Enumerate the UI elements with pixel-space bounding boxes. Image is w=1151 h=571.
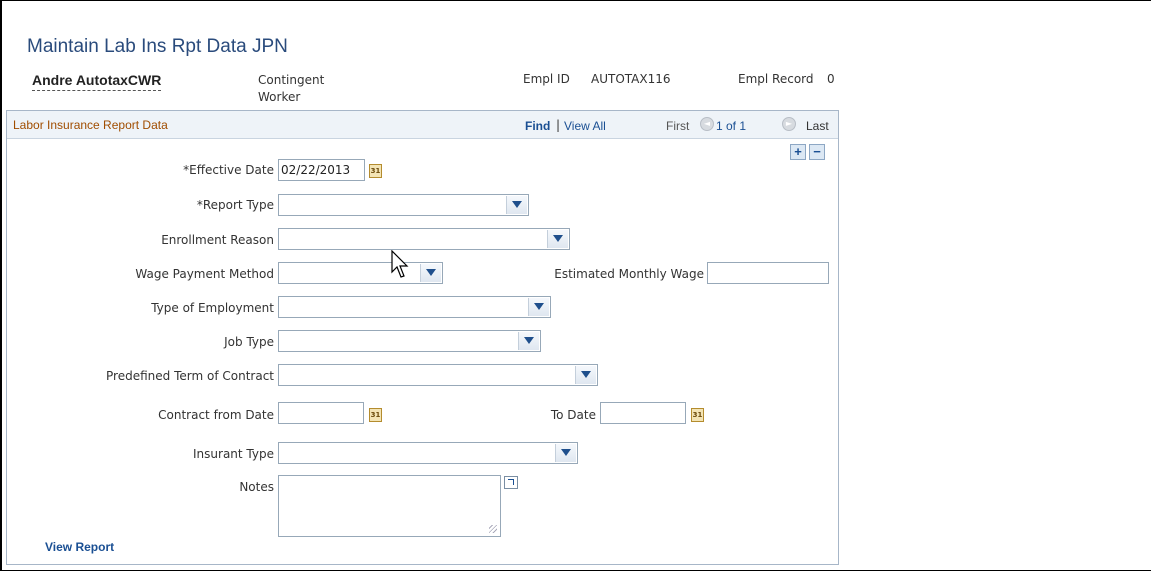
predefined-term-label: Predefined Term of Contract [106,369,274,383]
report-type-select[interactable] [278,194,529,216]
insurant-type-label: Insurant Type [193,447,274,461]
nav-separator: | [556,118,561,132]
to-date-label: To Date [550,408,596,422]
type-of-employment-label: Type of Employment [151,301,274,315]
notes-label: Notes [239,480,274,494]
chevron-down-icon [528,298,549,316]
job-type-label: Job Type [224,335,274,349]
employee-type-line2: Worker [258,90,301,104]
empl-record-label: Empl Record [738,72,814,86]
report-type-label: *Report Type [196,198,274,212]
employee-type-line1: Contingent [258,73,325,87]
last-link[interactable]: Last [806,119,829,133]
empl-record-value: 0 [827,72,835,86]
chevron-down-icon [420,264,441,282]
estimated-monthly-wage-label: Estimated Monthly Wage [554,267,704,281]
view-all-link[interactable]: View All [564,119,606,133]
contract-from-date-label: Contract from Date [158,408,274,422]
find-link[interactable]: Find [525,119,550,133]
add-row-button[interactable]: + [790,144,806,160]
enrollment-reason-select[interactable] [278,228,570,250]
expand-notes-icon[interactable] [504,476,518,489]
effective-date-calendar-icon[interactable]: 31 [369,164,382,178]
type-of-employment-select[interactable] [278,296,551,318]
empl-id-value: AUTOTAX116 [591,72,671,86]
chevron-down-icon [506,196,527,214]
chevron-down-icon [518,332,539,350]
wage-payment-method-label: Wage Payment Method [135,267,274,281]
chevron-down-icon [555,444,576,462]
effective-date-label: *Effective Date [183,163,274,177]
to-date-input[interactable] [600,402,686,424]
row-count: 1 of 1 [716,119,747,133]
panel-header: Labor Insurance Report Data Find | View … [7,111,838,139]
previous-row-icon[interactable]: ◄ [700,117,714,131]
predefined-term-select[interactable] [278,364,598,386]
contract-from-date-input[interactable] [278,402,364,424]
chevron-down-icon [575,366,596,384]
empl-id-label: Empl ID [523,72,570,86]
contract-from-date-calendar-icon[interactable]: 31 [369,408,382,422]
mouse-cursor-icon [391,250,409,278]
wage-payment-method-select[interactable] [278,262,443,284]
effective-date-input[interactable] [278,159,365,181]
view-report-link[interactable]: View Report [45,540,114,554]
next-row-icon[interactable]: ► [782,117,796,131]
notes-textarea[interactable] [278,475,501,537]
panel-title: Labor Insurance Report Data [13,118,168,132]
resize-grip-icon[interactable] [489,525,497,533]
to-date-calendar-icon[interactable]: 31 [691,408,704,422]
first-link[interactable]: First [666,119,689,133]
delete-row-button[interactable]: − [809,144,825,160]
chevron-down-icon [547,230,568,248]
employee-type: Contingent Worker [258,72,368,106]
insurant-type-select[interactable] [278,442,578,464]
page-title: Maintain Lab Ins Rpt Data JPN [27,36,288,57]
job-type-select[interactable] [278,330,541,352]
estimated-monthly-wage-input[interactable] [707,262,829,284]
employee-name[interactable]: Andre AutotaxCWR [32,72,162,91]
enrollment-reason-label: Enrollment Reason [161,233,274,247]
